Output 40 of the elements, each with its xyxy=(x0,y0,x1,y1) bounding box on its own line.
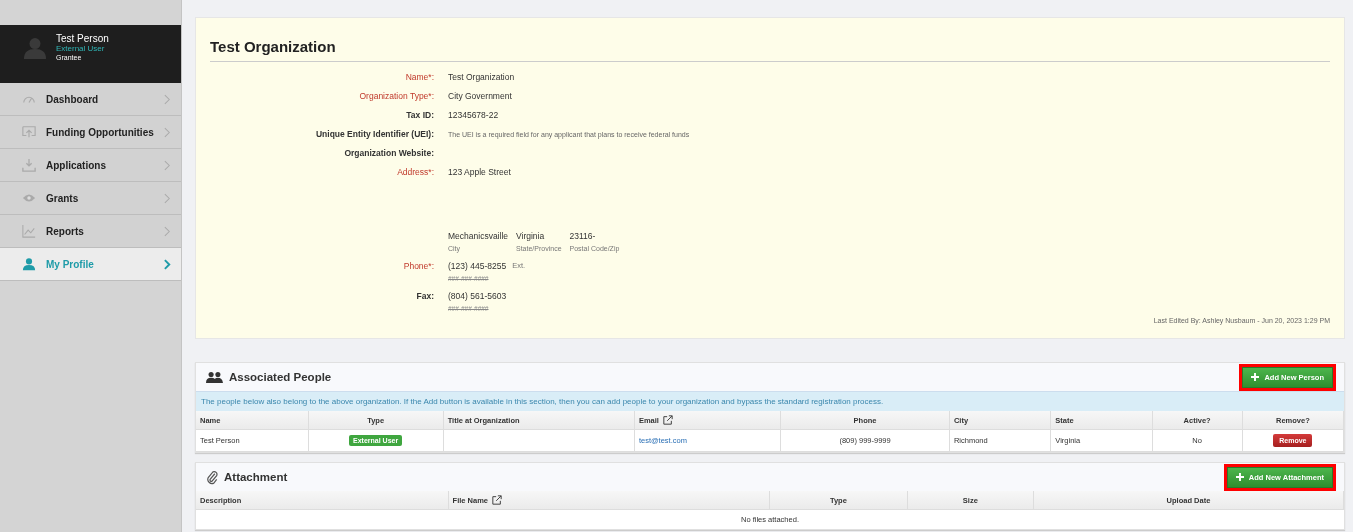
avatar-silhouette-icon xyxy=(24,37,46,59)
external-link-icon xyxy=(492,495,502,505)
chevron-icon xyxy=(164,258,171,270)
info-notice: The people below also belong to the above organization. If the Add button is available in this section, then you can add people to your organization and bypass the standard registration process. xyxy=(196,391,1344,411)
field-label: Address*: xyxy=(396,167,434,177)
user-role: External User xyxy=(56,44,106,53)
address-value: Virginia xyxy=(516,231,546,241)
chevron-icon xyxy=(164,126,171,138)
field-value: (804) 561-5603 xyxy=(448,291,507,301)
user-name: Test Person xyxy=(56,33,109,44)
people-icon xyxy=(206,371,223,383)
paperclip-icon xyxy=(206,469,218,485)
field-label: Name*: xyxy=(404,72,434,82)
address-value: 23116- xyxy=(569,231,597,241)
field-value: 12345678-22 xyxy=(448,110,499,120)
field-value: Test Organization xyxy=(448,72,515,82)
field-value: City Government xyxy=(448,91,512,101)
field-label: Organization Type*: xyxy=(358,91,434,101)
external-link-icon xyxy=(662,415,673,425)
chevron-icon xyxy=(164,225,171,237)
field-value: 123 Apple Street xyxy=(448,167,511,177)
chevron-icon xyxy=(164,159,171,171)
download-icon xyxy=(22,158,36,172)
plus-icon xyxy=(1251,373,1260,381)
plus-icon xyxy=(1235,473,1244,481)
field-label: Unique Entity Identifier (UEI): xyxy=(314,129,434,139)
upload-icon xyxy=(22,125,36,139)
field-label: Phone*: xyxy=(402,261,434,273)
chevron-icon xyxy=(164,93,171,105)
chevron-icon xyxy=(164,192,171,204)
field-label: Organization Website: xyxy=(343,148,434,158)
field-label: Tax ID: xyxy=(405,110,434,120)
line-chart-icon xyxy=(22,224,36,238)
section-title: Associated People xyxy=(229,371,333,383)
field-value: (123) 445-8255 xyxy=(448,261,507,271)
person-icon xyxy=(22,257,36,271)
address-value: Mechanicsvaille xyxy=(448,231,508,241)
field-label: Fax: xyxy=(415,291,434,303)
section-title: Attachment xyxy=(224,471,289,483)
organization-title: Test Organization xyxy=(210,38,1330,62)
